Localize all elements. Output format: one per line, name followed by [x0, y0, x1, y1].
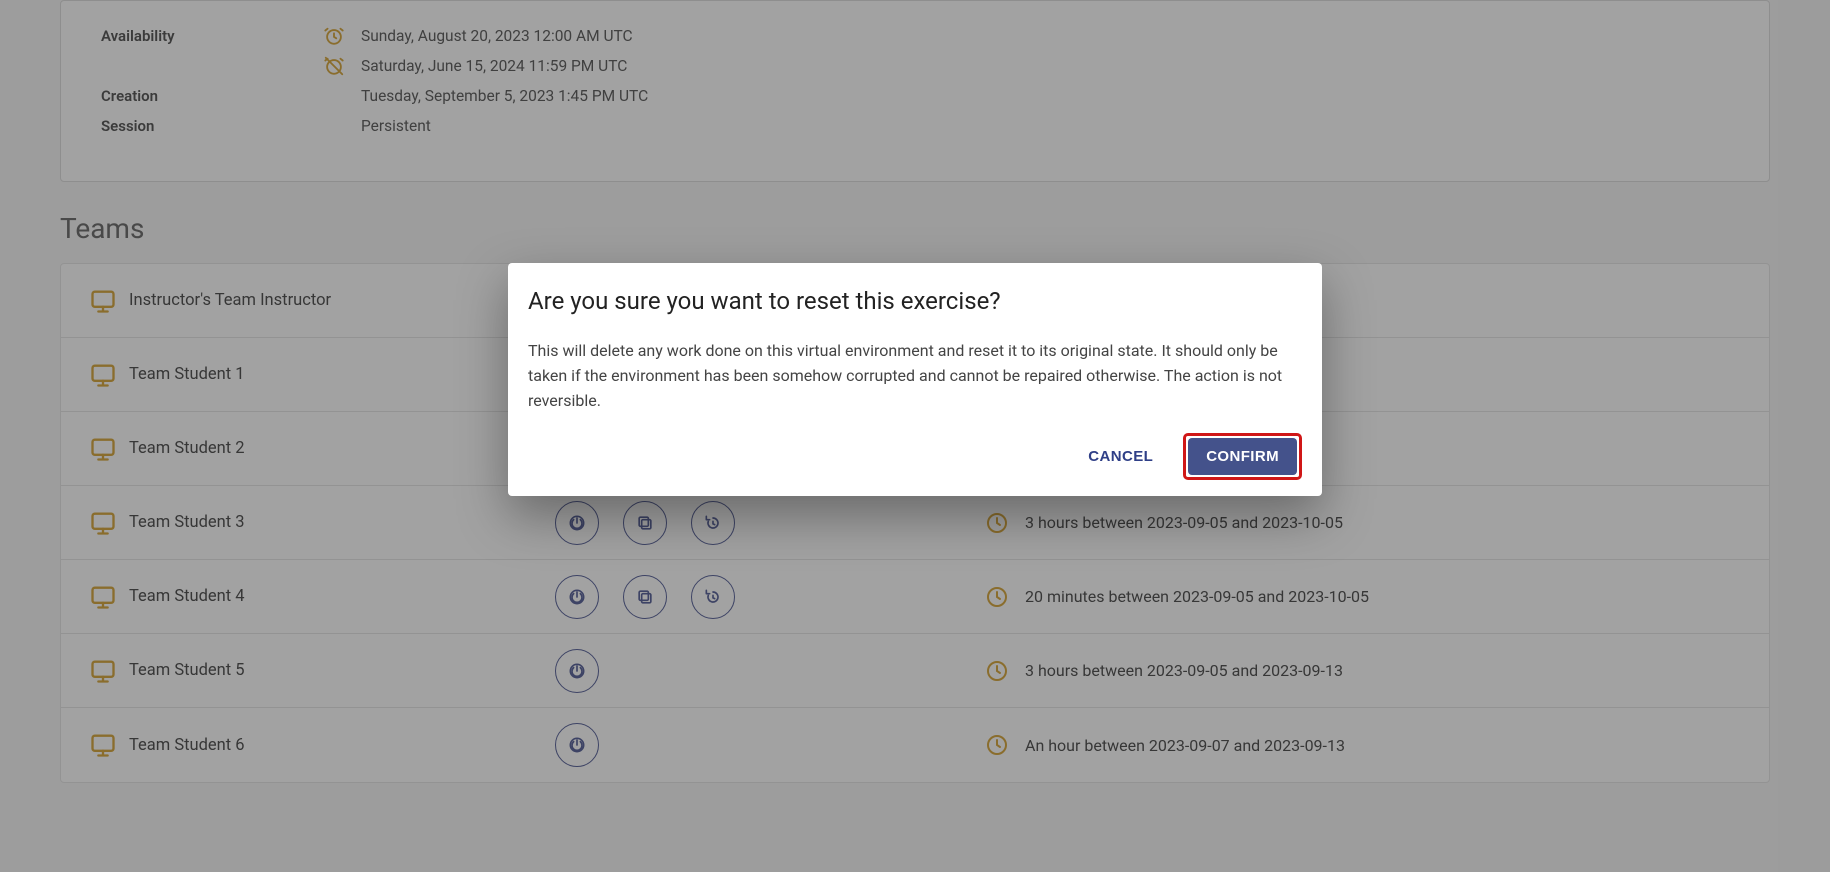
- cancel-button[interactable]: CANCEL: [1080, 438, 1161, 475]
- reset-dialog: Are you sure you want to reset this exer…: [508, 263, 1322, 496]
- confirm-button[interactable]: CONFIRM: [1188, 438, 1297, 475]
- modal-overlay: Are you sure you want to reset this exer…: [0, 0, 1830, 872]
- confirm-highlight: CONFIRM: [1183, 433, 1302, 480]
- dialog-body: This will delete any work done on this v…: [528, 339, 1302, 413]
- dialog-title: Are you sure you want to reset this exer…: [528, 287, 1302, 315]
